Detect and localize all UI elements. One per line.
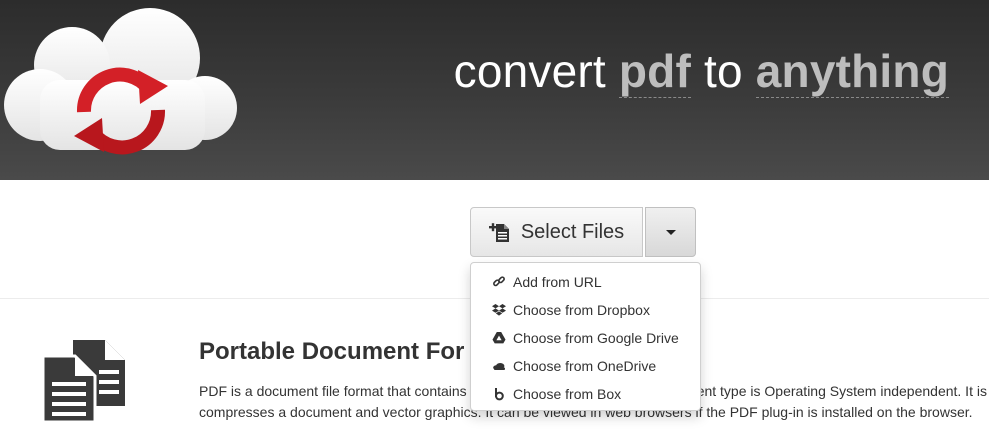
header-banner: convert pdf to anything <box>0 0 989 180</box>
file-add-icon <box>488 221 511 243</box>
menu-item-add-from-url[interactable]: Add from URL <box>471 268 700 296</box>
onedrive-icon <box>492 359 506 373</box>
select-files-button[interactable]: Select Files <box>470 207 643 257</box>
tagline-output-format[interactable]: anything <box>755 45 949 98</box>
select-files-dropdown-toggle[interactable] <box>645 207 696 257</box>
dropbox-icon <box>492 303 506 317</box>
box-icon <box>492 387 506 401</box>
menu-item-google-drive[interactable]: Choose from Google Drive <box>471 324 700 352</box>
description-line-2-start: compresses a document and vector graphic… <box>199 404 482 420</box>
google-drive-icon <box>492 331 506 345</box>
menu-item-label: Choose from Dropbox <box>513 302 650 318</box>
tagline: convert pdf to anything <box>454 42 949 100</box>
menu-item-label: Choose from Box <box>513 386 622 402</box>
link-icon <box>492 275 506 289</box>
menu-item-label: Add from URL <box>513 274 602 290</box>
menu-item-onedrive[interactable]: Choose from OneDrive <box>471 352 700 380</box>
select-files-dropdown-menu: Add from URL Choose from Dropbox Choose … <box>470 262 701 411</box>
documents-icon <box>43 340 125 422</box>
caret-down-icon <box>665 229 676 235</box>
menu-item-box[interactable]: Choose from Box <box>471 380 700 408</box>
description-line-1-end: ent type is Operating System independent… <box>696 383 987 399</box>
cloudconvert-logo[interactable] <box>0 0 245 180</box>
menu-item-label: Choose from OneDrive <box>513 358 657 374</box>
menu-item-label: Choose from Google Drive <box>513 330 679 346</box>
tagline-input-format[interactable]: pdf <box>618 45 691 98</box>
tagline-word-convert: convert <box>453 45 606 97</box>
select-files-label: Select Files <box>520 220 625 243</box>
page: convert pdf to anything Select Files Por… <box>0 0 989 431</box>
format-title: Portable Document For <box>199 338 465 365</box>
select-files-group: Select Files <box>470 207 696 257</box>
description-line-1-start: PDF is a document file format that conta… <box>199 383 467 399</box>
tagline-word-to: to <box>703 45 743 97</box>
menu-item-dropbox[interactable]: Choose from Dropbox <box>471 296 700 324</box>
